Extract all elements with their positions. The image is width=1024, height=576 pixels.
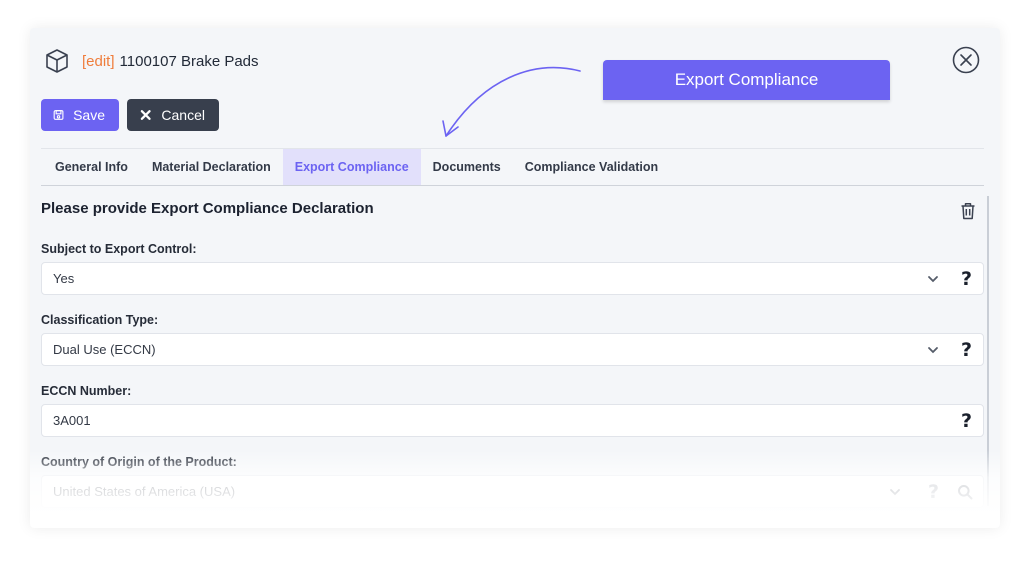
x-icon: [140, 110, 151, 120]
section-title: Please provide Export Compliance Declara…: [41, 200, 374, 217]
cancel-button[interactable]: Cancel: [127, 99, 219, 131]
chevron-down-icon[interactable]: [927, 273, 939, 285]
export-control-value: Yes: [53, 271, 75, 286]
eccn-number-value: 3A001: [53, 413, 91, 428]
export-control-select[interactable]: Yes ?: [41, 262, 984, 295]
tab-material-declaration[interactable]: Material Declaration: [140, 149, 283, 185]
country-origin-label: Country of Origin of the Product:: [41, 455, 237, 469]
edit-tag: [edit]: [82, 52, 115, 70]
section-header: Please provide Export Compliance Declara…: [41, 200, 984, 220]
dialog-header: [edit] 1100107 Brake Pads: [44, 46, 259, 76]
chevron-down-icon[interactable]: [927, 344, 939, 356]
country-origin-select[interactable]: United States of America (USA) ?: [41, 475, 984, 508]
tab-export-compliance[interactable]: Export Compliance: [282, 149, 421, 185]
callout-label: Export Compliance: [674, 70, 819, 89]
chevron-down-icon[interactable]: [889, 486, 901, 498]
question-mark-icon[interactable]: ?: [928, 481, 939, 503]
callout-arrow: [442, 66, 581, 137]
tab-bar: General Info Material Declaration Export…: [41, 148, 984, 186]
tab-compliance-validation[interactable]: Compliance Validation: [513, 149, 670, 185]
classification-type-value: Dual Use (ECCN): [53, 342, 156, 357]
trash-icon[interactable]: [960, 202, 976, 220]
export-control-label: Subject to Export Control:: [41, 242, 197, 256]
dialog-title: 1100107 Brake Pads: [119, 52, 259, 70]
save-disk-icon: [53, 110, 64, 120]
question-mark-icon[interactable]: ?: [961, 410, 972, 432]
tab-general-info[interactable]: General Info: [41, 149, 140, 185]
classification-type-select[interactable]: Dual Use (ECCN) ?: [41, 333, 984, 366]
close-circle-icon[interactable]: [952, 46, 980, 74]
eccn-number-label: ECCN Number:: [41, 384, 132, 398]
cancel-label: Cancel: [161, 107, 205, 123]
edit-dialog: [edit] 1100107 Brake Pads Save Cancel Ex…: [30, 28, 1000, 528]
callout-banner: Export Compliance: [603, 60, 890, 100]
country-origin-value: United States of America (USA): [53, 484, 236, 499]
package-box-icon: [46, 49, 68, 73]
action-toolbar: Save Cancel: [41, 99, 219, 131]
question-mark-icon[interactable]: ?: [961, 268, 972, 290]
classification-type-label: Classification Type:: [41, 313, 159, 327]
save-label: Save: [73, 107, 105, 123]
save-button[interactable]: Save: [41, 99, 119, 131]
eccn-number-input[interactable]: 3A001 ?: [41, 404, 984, 437]
search-icon[interactable]: [957, 484, 973, 500]
scrollbar-track[interactable]: [987, 196, 989, 506]
tab-documents[interactable]: Documents: [421, 149, 513, 185]
question-mark-icon[interactable]: ?: [961, 339, 972, 361]
